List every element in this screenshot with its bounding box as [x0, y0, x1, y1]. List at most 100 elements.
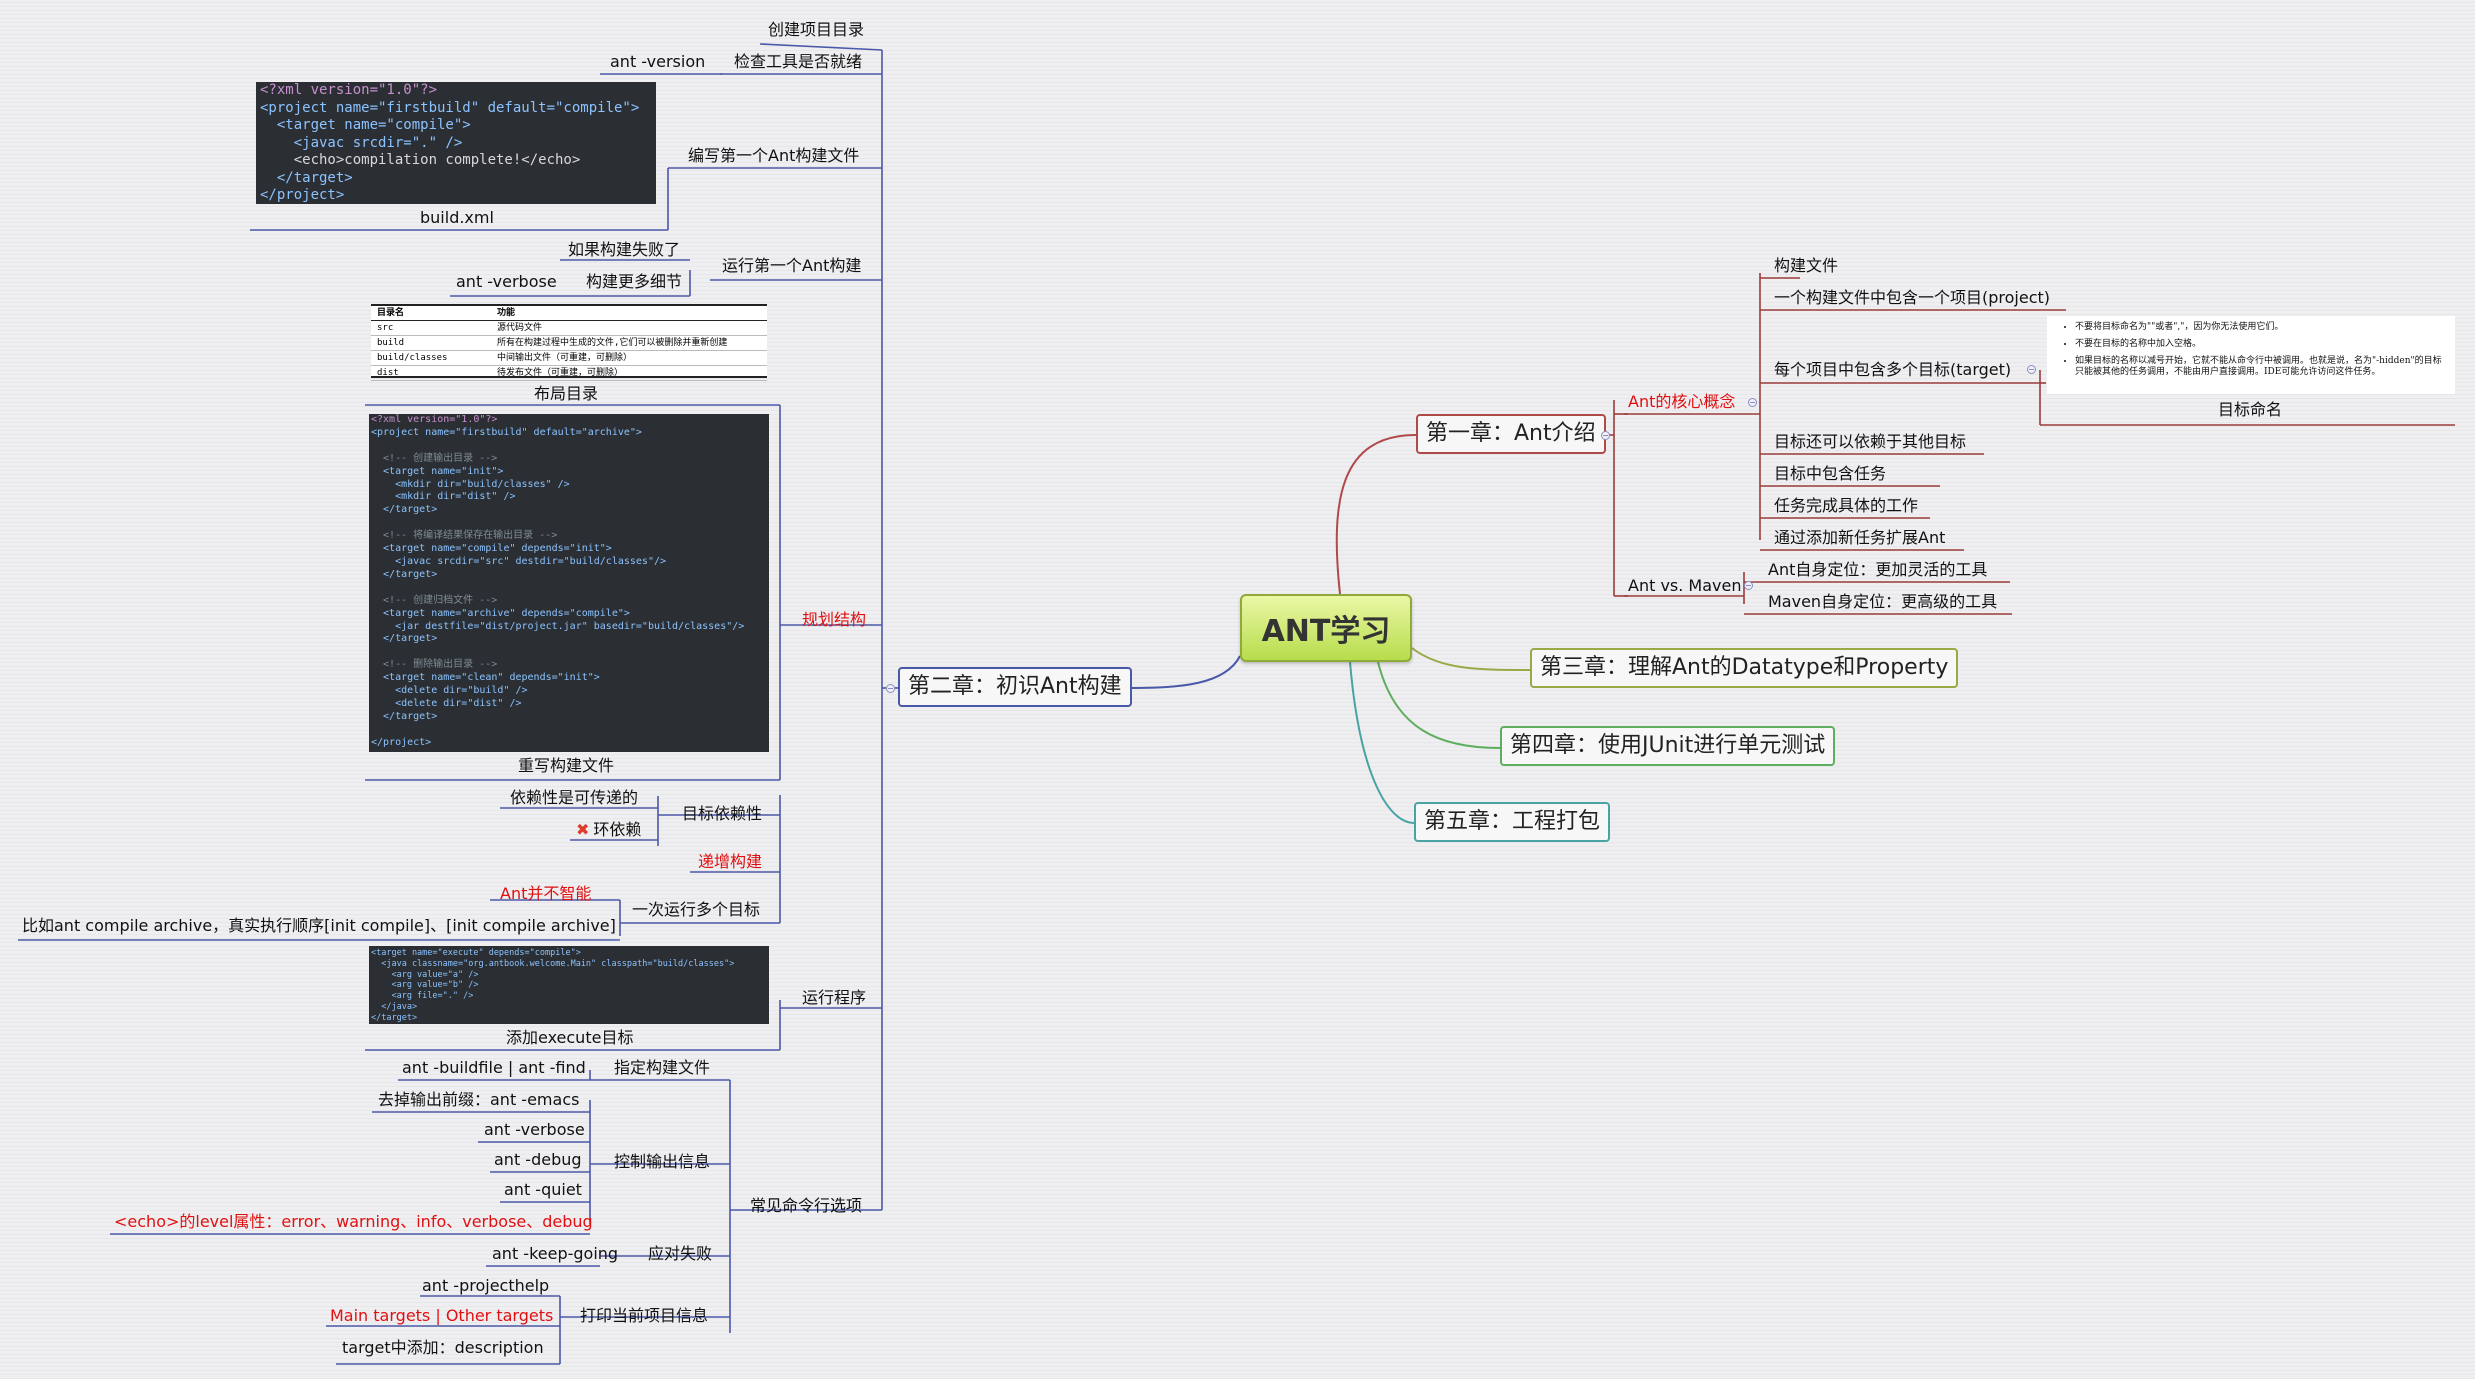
chapter-3-node[interactable]: 第三章：理解Ant的Datatype和Property [1530, 648, 1959, 688]
code-line: <jar destfile="dist/project.jar" basedir… [371, 620, 745, 632]
node-rewrite-build[interactable]: 重写构建文件 [518, 756, 614, 776]
rewritten-build-code: <?xml version="1.0"?> <project name="fir… [369, 414, 769, 752]
node-target-naming[interactable]: 目标命名 [2218, 400, 2282, 420]
code-line: </target> [371, 633, 438, 645]
node-run-program[interactable]: 运行程序 [802, 988, 866, 1008]
node-transitive[interactable]: 依赖性是可传递的 [510, 788, 638, 808]
node-specify-build[interactable]: 指定构建文件 [614, 1058, 710, 1078]
code-line: <project name="firstbuild" default="arch… [371, 426, 642, 438]
error-x-icon: ✖ [576, 820, 590, 839]
code-line: <target name="archive" depends="compile"… [371, 607, 630, 619]
collapse-toggle[interactable] [1601, 431, 1610, 440]
code-line: <!-- 将编译结果保存在输出目录 --> [371, 530, 558, 542]
link-ch2 [1127, 655, 1241, 689]
table-row: build 所有在构建过程中生成的文件,它们可以被删除并重新创建 [371, 336, 767, 351]
chapter-5-node[interactable]: 第五章：工程打包 [1414, 802, 1611, 842]
code-line: <arg value="a" /> [371, 969, 479, 980]
node-build-file[interactable]: 构建文件 [1774, 256, 1838, 276]
node-ant-verbose[interactable]: ant -verbose [456, 272, 557, 292]
node-write-first-build[interactable]: 编写第一个Ant构建文件 [688, 146, 859, 166]
link-ch4 [1377, 661, 1501, 749]
node-build-xml[interactable]: build.xml [420, 208, 494, 228]
layout-directory-table: 目录名 功能 src 源代码文件 build 所有在构建过程中生成的文件,它们可以被删… [371, 304, 767, 381]
node-incremental-build[interactable]: 递增构建 [698, 852, 762, 872]
collapse-toggle[interactable] [1748, 398, 1757, 407]
table-row: src 源代码文件 [371, 321, 767, 336]
node-check-tool[interactable]: 检查工具是否就绪 [734, 52, 862, 72]
node-opt-debug[interactable]: ant -debug [494, 1150, 582, 1170]
table-header: 目录名 功能 [371, 306, 767, 321]
code-line: <target name="init"> [371, 465, 504, 477]
node-ant-version[interactable]: ant -version [610, 52, 705, 72]
code-line: <target name="clean" depends="init"> [371, 672, 600, 684]
node-projecthelp[interactable]: ant -projecthelp [422, 1276, 549, 1296]
ant-core-concepts[interactable]: Ant的核心概念 [1628, 392, 1735, 412]
node-opt-quiet[interactable]: ant -quiet [504, 1180, 582, 1200]
node-control-output[interactable]: 控制输出信息 [614, 1152, 710, 1172]
node-more-details[interactable]: 构建更多细节 [586, 272, 682, 292]
code-line: <arg value="b" /> [371, 980, 479, 991]
code-line: <javac srcdir="src" destdir="build/class… [371, 555, 667, 567]
node-description[interactable]: target中添加：description [342, 1338, 544, 1358]
node-target-depends[interactable]: 目标还可以依赖于其他目标 [1774, 432, 1966, 452]
execute-target-code: <target name="execute" depends="compile"… [369, 946, 769, 1024]
code-line: </target> [371, 710, 438, 722]
node-maven-positioning[interactable]: Maven自身定位：更高级的工具 [1768, 592, 1997, 612]
node-main-other-targets[interactable]: Main targets | Other targets [330, 1306, 553, 1326]
node-print-info[interactable]: 打印当前项目信息 [580, 1306, 708, 1326]
target-naming-notes: 不要将目标命名为""或者","，因为你无法使用它们。 不要在目标的名称中加入空格… [2047, 316, 2455, 394]
node-example-order[interactable]: 比如ant compile archive，真实执行顺序[init compil… [22, 916, 616, 936]
code-line: </target> [371, 1012, 418, 1023]
node-common-options[interactable]: 常见命令行选项 [750, 1196, 862, 1216]
code-line: </java> [371, 1001, 418, 1012]
node-if-build-fails[interactable]: 如果构建失败了 [568, 240, 680, 260]
node-create-dir[interactable]: 创建项目目录 [768, 20, 864, 40]
collapse-toggle[interactable] [1744, 581, 1753, 590]
node-cyclic-dependency[interactable]: ✖ 环依赖 [576, 820, 641, 840]
table-row: dist 待发布文件（可重建，可删除） [371, 366, 767, 381]
code-line: <?xml version="1.0"?> [371, 414, 498, 425]
node-ant-positioning[interactable]: Ant自身定位：更加灵活的工具 [1768, 560, 1987, 580]
node-multiple-targets[interactable]: 每个项目中包含多个目标(target) [1774, 360, 2011, 380]
node-ant-vs-maven[interactable]: Ant vs. Maven [1628, 576, 1741, 596]
code-line: </project> [371, 736, 432, 748]
code-line: <delete dir="dist" /> [371, 697, 522, 709]
code-line: <arg file="." /> [371, 991, 474, 1002]
cyclic-label: 环依赖 [593, 820, 642, 839]
root-node[interactable]: ANT学习 [1240, 594, 1412, 662]
link-ch3 [1411, 647, 1531, 671]
node-layout-dir[interactable]: 布局目录 [534, 384, 598, 404]
node-ant-not-smart[interactable]: Ant并不智能 [500, 884, 591, 904]
node-add-execute[interactable]: 添加execute目标 [506, 1028, 633, 1048]
code-line: </target> [371, 504, 438, 516]
node-handle-fail[interactable]: 应对失败 [648, 1244, 712, 1264]
build-xml-code: <?xml version="1.0"?> <project name="fir… [256, 82, 656, 204]
naming-note-1: 不要将目标命名为""或者","，因为你无法使用它们。 [2075, 322, 2447, 333]
code-line: <mkdir dir="build/classes" /> [371, 478, 570, 490]
node-echo-level[interactable]: <echo>的level属性：error、warning、info、verbos… [114, 1212, 593, 1232]
code-line: <target name="compile" depends="init"> [371, 543, 612, 555]
node-opt-verbose[interactable]: ant -verbose [484, 1120, 585, 1140]
link-ch1 [1335, 434, 1417, 595]
node-one-project[interactable]: 一个构建文件中包含一个项目(project) [1774, 288, 2050, 308]
chapter-2-node[interactable]: 第二章：初识Ant构建 [898, 667, 1132, 707]
node-target-dependency[interactable]: 目标依赖性 [682, 804, 762, 824]
link-ch5 [1349, 661, 1415, 824]
node-run-first-build[interactable]: 运行第一个Ant构建 [722, 256, 861, 276]
node-keep-going[interactable]: ant -keep-going [492, 1244, 618, 1264]
code-line: <target name="execute" depends="compile"… [371, 948, 581, 958]
chapter-1-node[interactable]: 第一章：Ant介绍 [1416, 414, 1606, 454]
node-target-tasks[interactable]: 目标中包含任务 [1774, 464, 1886, 484]
node-task-work[interactable]: 任务完成具体的工作 [1774, 496, 1918, 516]
naming-note-2: 不要在目标的名称中加入空格。 [2075, 339, 2447, 350]
chapter-4-node[interactable]: 第四章：使用JUnit进行单元测试 [1500, 726, 1836, 766]
collapse-toggle[interactable] [2027, 365, 2036, 374]
node-multi-targets[interactable]: 一次运行多个目标 [632, 900, 760, 920]
naming-note-3: 如果目标的名称以减号开始，它就不能从命令行中被调用。也就是说，名为"-hidde… [2075, 356, 2447, 378]
collapse-toggle[interactable] [886, 684, 895, 693]
node-extend-ant[interactable]: 通过添加新任务扩展Ant [1774, 528, 1945, 548]
node-buildfile-find[interactable]: ant -buildfile | ant -find [402, 1058, 586, 1078]
node-plan-structure[interactable]: 规划结构 [802, 610, 866, 630]
node-remove-prefix[interactable]: 去掉输出前缀：ant -emacs [378, 1090, 579, 1110]
code-line: <delete dir="build" /> [371, 685, 528, 697]
